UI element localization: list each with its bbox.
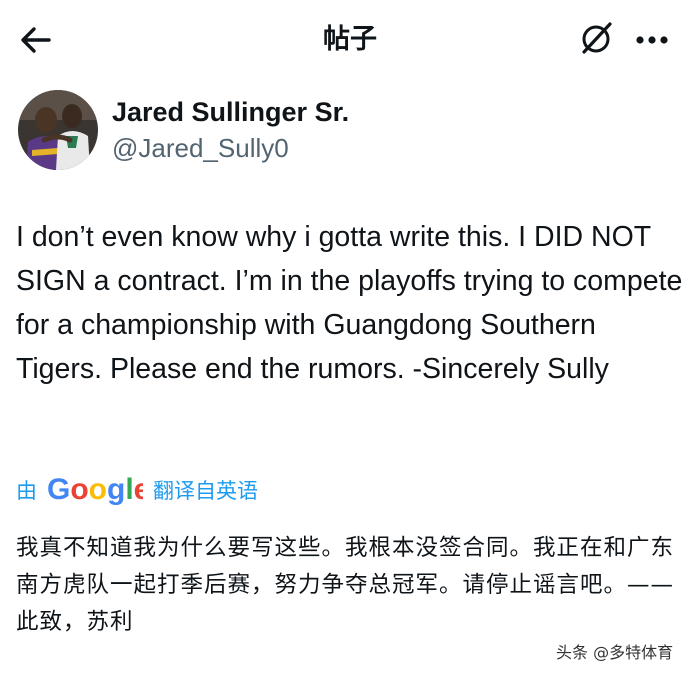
grok-slash-icon [582,22,612,54]
translation-source-language: 翻译自英语 [153,479,258,503]
post-text: I don’t even know why i gotta write this… [16,221,683,385]
author-block: Jared Sullinger Sr. @Jared_Sully0 [18,90,578,174]
grok-button[interactable] [576,18,616,58]
username-handle[interactable]: @Jared_Sully0 [112,132,289,164]
top-bar: 帖子 [0,0,700,80]
translation-notice[interactable]: 由 Google 翻译自英语 [16,470,258,510]
google-logo-icon: Google [47,473,143,506]
translation-prefix: 由 [16,479,37,503]
avatar[interactable] [18,90,98,170]
svg-text:Google: Google [47,473,143,506]
back-button[interactable] [16,22,56,58]
display-name[interactable]: Jared Sullinger Sr. [112,96,349,128]
avatar-photo [18,90,98,170]
translated-text: 我真不知道我为什么要写这些。我根本没签合同。我正在和广东南方虎队一起打季后赛，努… [16,535,675,635]
more-horizontal-icon [636,36,668,44]
arrow-left-icon [21,27,51,53]
watermark: 头条 @多特体育 [556,643,674,662]
more-options-button[interactable] [628,22,676,58]
